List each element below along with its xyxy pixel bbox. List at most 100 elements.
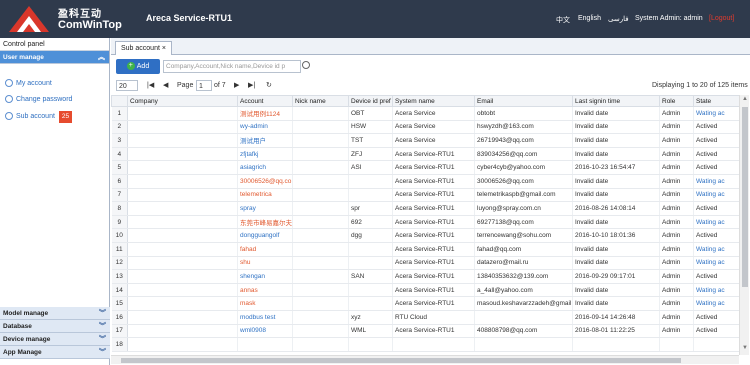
cell-role: Admin <box>659 228 694 243</box>
tab-sub-account[interactable]: Sub account × <box>115 41 172 55</box>
table-row[interactable]: 4 zfjtafkj ZFJ Acera Service-RTU1 839034256@… <box>111 147 740 162</box>
cell-nick-name <box>292 283 349 298</box>
cell-role: Admin <box>659 133 694 148</box>
search-input[interactable]: Company,Account,Nick name,Device id p <box>163 60 301 73</box>
cell-state: Actived <box>693 120 740 135</box>
table-row[interactable]: 14 annas Acera Service-RTU1 a_4all@yahoo.co… <box>111 283 740 298</box>
next-page-icon[interactable]: ▶ <box>234 80 239 91</box>
close-icon[interactable]: × <box>162 45 166 52</box>
scroll-thumb[interactable] <box>121 358 681 363</box>
table-row[interactable]: 17 wml0908 WML Acera Service-RTU1 408808798@… <box>111 324 740 339</box>
add-button[interactable]: + Add <box>116 59 160 74</box>
page-size-select[interactable]: 20 <box>116 80 138 91</box>
cell-device-id: HSW <box>348 120 393 135</box>
cell-system-name: Acera Service-RTU1 <box>392 296 475 311</box>
scroll-down-icon[interactable]: ▼ <box>742 345 748 351</box>
table-row[interactable]: 7 telemetrica Acera Service-RTU1 telemetrik… <box>111 188 740 203</box>
cell-system-name: RTU Cloud <box>392 310 475 325</box>
table-row[interactable]: 16 modbus test xyz RTU Cloud 2016-09-14 14:2… <box>111 310 740 325</box>
cell-nick-name <box>292 188 349 203</box>
lang-zh-link[interactable]: 中文 <box>556 15 570 25</box>
chevron-up-icon: ︽ <box>98 54 105 61</box>
table-row[interactable]: 10 dongguangolf dgg Acera Service-RTU1 terre… <box>111 228 740 243</box>
key-icon <box>5 95 13 104</box>
table-row[interactable]: 3 测试用户 TST Acera Service 26719943@qq.com Inva… <box>111 133 740 148</box>
cell-company <box>127 174 238 189</box>
first-page-icon[interactable]: |◀ <box>147 80 154 91</box>
col-header[interactable]: Email <box>474 95 573 107</box>
scroll-thumb[interactable] <box>742 107 748 287</box>
last-page-icon[interactable]: ▶| <box>248 80 255 91</box>
cell-system-name: Acera Service-RTU1 <box>392 188 475 203</box>
row-number: 13 <box>111 269 128 284</box>
sidebar-item-my-account[interactable]: My account <box>5 78 52 90</box>
prev-page-icon[interactable]: ◀ <box>163 80 168 91</box>
table-row[interactable]: 18 <box>111 337 740 352</box>
table-row[interactable]: 9 东莞市峰易嘉尔夫 692 Acera Service-RTU1 69277138@q… <box>111 215 740 230</box>
scroll-up-icon[interactable]: ▲ <box>742 96 748 102</box>
cell-email: luyong@spray.com.cn <box>474 201 573 216</box>
cell-last-signin: Invalid date <box>572 256 660 271</box>
cell-account: spray <box>237 201 293 216</box>
app-header: 盈科互动 ComWinTop Areca Service-RTU1 中文 Eng… <box>0 0 750 38</box>
sidebar-item-sub-account[interactable]: Sub account 25 <box>5 111 73 123</box>
sidebar-section-model-manage[interactable]: Model manage ︾ <box>0 307 110 320</box>
cell-last-signin <box>572 337 660 352</box>
sidebar-item-change-password[interactable]: Change password <box>5 94 72 106</box>
vertical-scrollbar[interactable]: ▲ ▼ <box>739 95 749 355</box>
table-row[interactable]: 2 wy-admin HSW Acera Service hswyzdh@163.com… <box>111 120 740 135</box>
cell-role: Admin <box>659 310 694 325</box>
toolbar: + Add Company,Account,Nick name,Device id… <box>111 55 750 77</box>
cell-company <box>127 296 238 311</box>
table-row[interactable]: 12 shu Acera Service-RTU1 datazero@mail.ru I… <box>111 256 740 271</box>
cell-device-id: OBT <box>348 106 393 121</box>
col-header[interactable]: System name <box>392 95 475 107</box>
table-row[interactable]: 5 asiagrich ASI Acera Service-RTU1 cyber4cyb… <box>111 160 740 175</box>
refresh-icon[interactable]: ↻ <box>266 80 272 91</box>
table-row[interactable]: 6 30006526@qq.co Acera Service-RTU1 3000652… <box>111 174 740 189</box>
page-input[interactable]: 1 <box>196 80 212 91</box>
cell-role: Admin <box>659 201 694 216</box>
cell-last-signin: 2016-09-29 09:17:01 <box>572 269 660 284</box>
cell-system-name: Acera Service-RTU1 <box>392 242 475 257</box>
cell-last-signin: 2016-10-10 18:01:36 <box>572 228 660 243</box>
cell-system-name: Acera Service-RTU1 <box>392 147 475 162</box>
cell-company <box>127 160 238 175</box>
sidebar-section-user-manage[interactable]: User manage ︽ <box>0 51 109 64</box>
col-header[interactable]: Role <box>659 95 694 107</box>
row-number: 7 <box>111 188 128 203</box>
table-row[interactable]: 1 测试用例1124 OBT Acera Service obtobt Invalid d… <box>111 106 740 121</box>
lang-fa-link[interactable]: فارسی <box>608 15 629 23</box>
cell-company <box>127 133 238 148</box>
col-header[interactable]: Nick name <box>292 95 349 107</box>
control-panel-title: Control panel <box>0 38 109 51</box>
table-row[interactable]: 13 shengan SAN Acera Service-RTU1 1384035363… <box>111 269 740 284</box>
sidebar-section-device-manage[interactable]: Device manage ︾ <box>0 333 110 346</box>
cell-nick-name <box>292 324 349 339</box>
add-label: Add <box>136 63 150 70</box>
cell-state: Wating ac <box>693 296 740 311</box>
col-header[interactable]: Company <box>127 95 238 107</box>
col-header[interactable]: State <box>693 95 740 107</box>
cell-device-id: xyz <box>348 310 393 325</box>
cell-state: Actived <box>693 310 740 325</box>
lang-en-link[interactable]: English <box>578 15 601 22</box>
table-row[interactable]: 15 mask Acera Service-RTU1 masoud.keshavarz… <box>111 296 740 311</box>
cell-nick-name <box>292 337 349 352</box>
table-row[interactable]: 11 fahad Acera Service-RTU1 fahad@qq.com Inv… <box>111 242 740 257</box>
col-header[interactable]: Device id pref <box>348 95 393 107</box>
sidebar-section-app-manage[interactable]: App Manage ︾ <box>0 346 110 359</box>
cell-last-signin: Invalid date <box>572 283 660 298</box>
horizontal-scrollbar[interactable] <box>111 355 739 364</box>
sidebar-section-database[interactable]: Database ︾ <box>0 320 110 333</box>
col-header[interactable]: Last signin time <box>572 95 660 107</box>
cell-last-signin: 2016-09-14 14:26:48 <box>572 310 660 325</box>
cell-account: dongguangolf <box>237 228 293 243</box>
row-number: 1 <box>111 106 128 121</box>
col-header[interactable]: Account <box>237 95 293 107</box>
table-row[interactable]: 8 spray spr Acera Service-RTU1 luyong@spray.… <box>111 201 740 216</box>
search-icon[interactable] <box>302 61 310 69</box>
logout-link[interactable]: [Logout] <box>709 15 734 22</box>
cell-role <box>659 337 694 352</box>
cell-nick-name <box>292 106 349 121</box>
